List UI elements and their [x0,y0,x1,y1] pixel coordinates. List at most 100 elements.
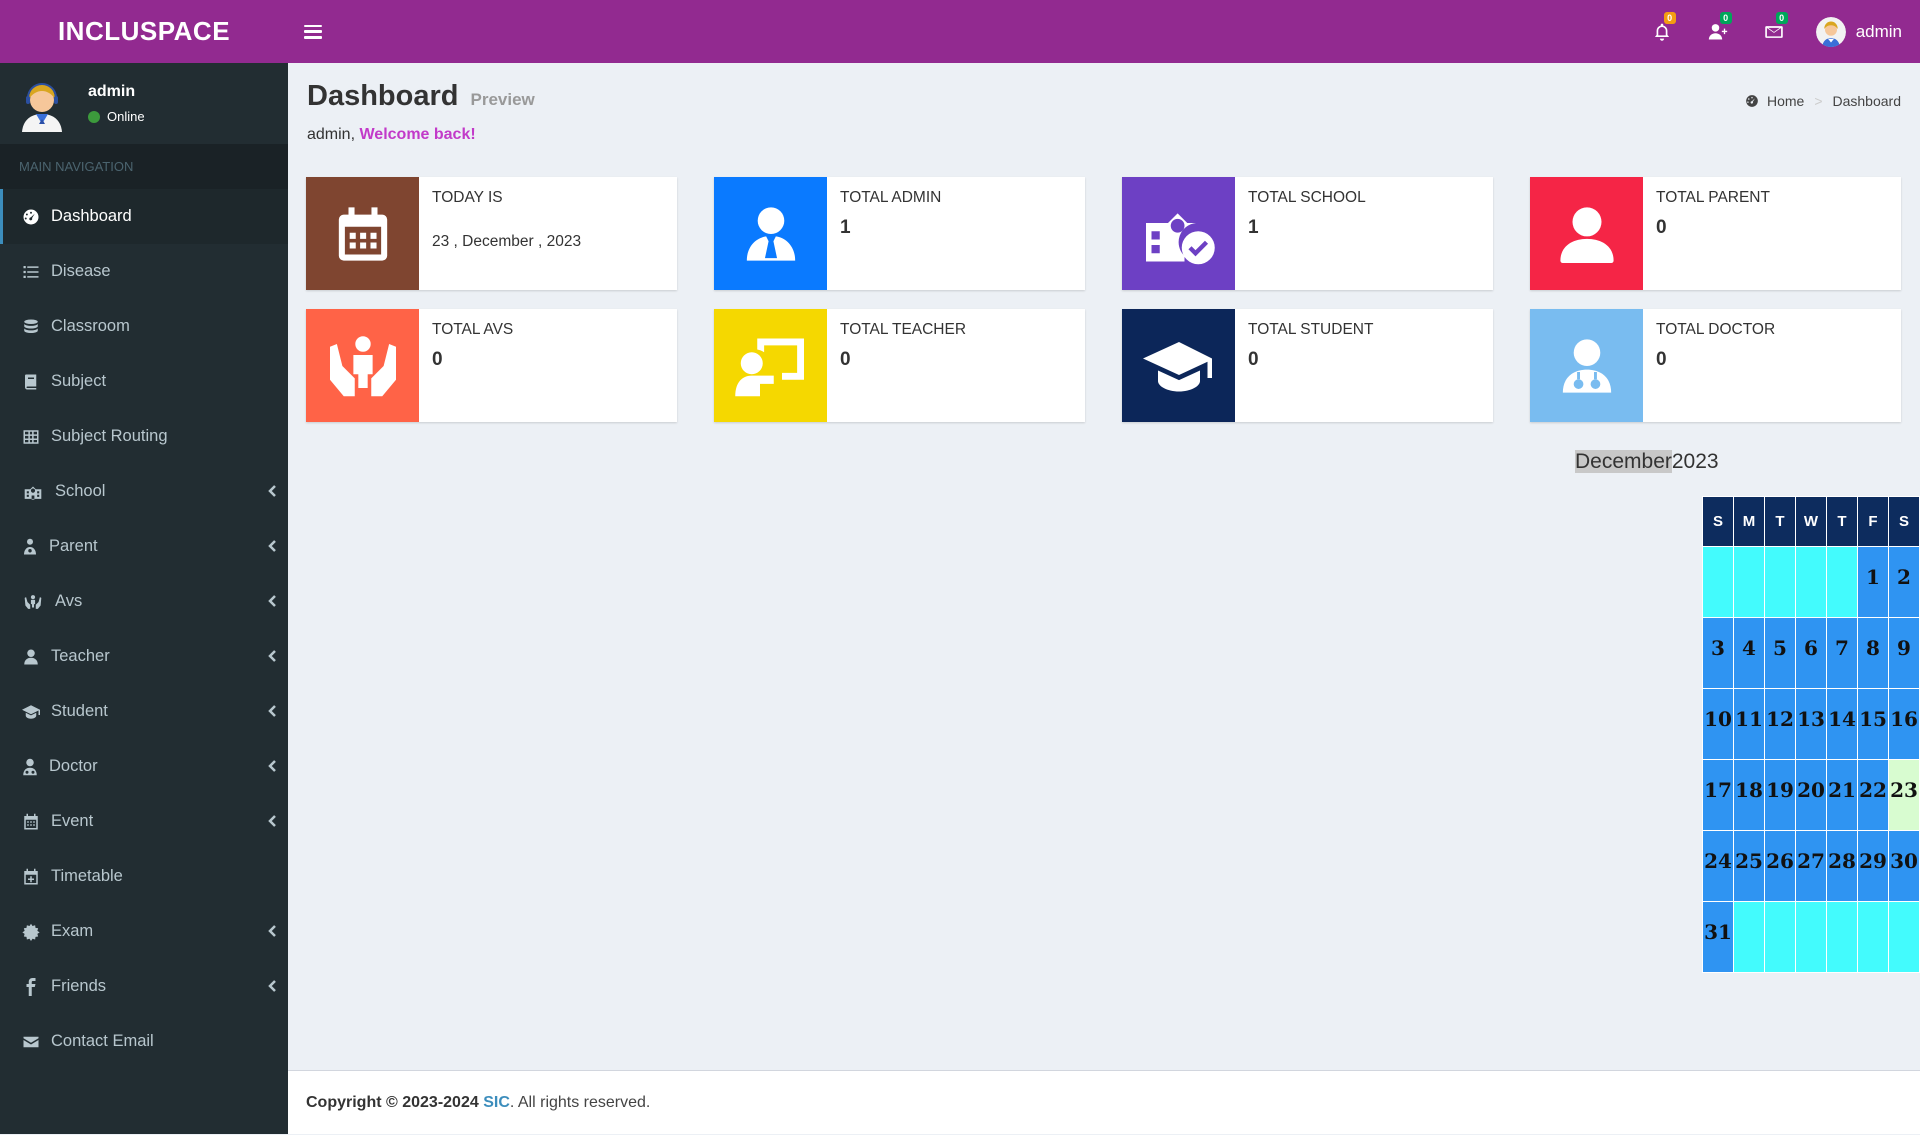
calendar-day-cell[interactable]: 29 [1857,830,1889,902]
sidebar-item-parent[interactable]: Parent [0,519,288,574]
sidebar-item-contact-email[interactable]: Contact Email [0,1014,288,1069]
calendar-day-cell[interactable]: 7 [1826,617,1858,689]
calendar-day-cell[interactable]: 4 [1733,617,1765,689]
sidebar-toggle-button[interactable] [304,24,322,39]
sidebar-item-avs[interactable]: Avs [0,574,288,629]
breadcrumb-home-link[interactable]: Home [1767,93,1804,109]
sidebar-item-subject-routing[interactable]: Subject Routing [0,409,288,464]
doctor-icon-box [1530,309,1643,422]
calendar-day-cell[interactable]: 16 [1888,688,1920,760]
weekday-header: M [1733,496,1765,547]
online-dot-icon [88,110,100,123]
avatar [1815,16,1846,47]
calendar-day-cell[interactable]: 2 [1888,546,1920,618]
calendar-day-cell[interactable]: 17 [1702,759,1734,831]
calendar-body: 1 2 3 4 5 6 7 8 9 10 11 12 13 14 15 16 17 18 19 20 21 22 23 24 2… [1702,546,1920,973]
calendar-day-cell[interactable]: 12 [1764,688,1796,760]
calendar-day-cell[interactable]: 6 [1795,617,1827,689]
calendar-day-cell[interactable]: 3 [1702,617,1734,689]
total-avs-box: TOTAL AVS 0 [306,309,677,422]
student-count: 0 [1248,349,1259,370]
calendar-empty-cell [1888,901,1920,973]
envelope-icon [23,1036,39,1047]
calendar-day-cell[interactable]: 30 [1888,830,1920,902]
calendar-day-cell[interactable]: 14 [1826,688,1858,760]
calendar-week-row: 3456789 [1702,617,1920,689]
sidebar-item-exam[interactable]: Exam [0,904,288,959]
chevron-left-icon [266,484,280,498]
sidebar-item-student[interactable]: Student [0,684,288,739]
calendar-empty-cell [1795,546,1827,618]
calendar-empty-cell [1857,901,1889,973]
sidebar-item-label: Parent [49,537,98,555]
breadcrumb-separator: > [1814,93,1823,109]
calendar-day-cell[interactable]: 10 [1702,688,1734,760]
calendar-icon [24,813,38,829]
user-doctor-icon [1562,338,1611,393]
parent-label: TOTAL PARENT [1656,189,1770,206]
sidebar-item-disease[interactable]: Disease [0,244,288,299]
calendar-day-cell[interactable]: 20 [1795,759,1827,831]
envelope-icon [1764,25,1783,38]
breadcrumb: Home > Dashboard [1745,93,1901,109]
calendar-empty-cell [1733,546,1765,618]
notifications-button[interactable]: 0 [1634,0,1690,63]
sidebar-item-friends[interactable]: Friends [0,959,288,1014]
calendar-day-cell[interactable]: 21 [1826,759,1858,831]
footer-brand-link[interactable]: SIC [483,1094,510,1111]
table-icon [23,429,39,444]
calendar-day-cell[interactable]: 13 [1795,688,1827,760]
graduation-cap-icon [22,704,40,719]
chevron-left-icon [266,539,280,553]
calendar-day-cell[interactable]: 22 [1857,759,1889,831]
calendar-weekday-row: S M T W T F S [1702,496,1920,547]
user-panel: admin Online [0,63,288,144]
calendar-day-cell[interactable]: 1 [1857,546,1889,618]
doctor-label: TOTAL DOCTOR [1656,321,1776,338]
calendar-day-cell[interactable]: 31 [1702,901,1734,973]
sidebar-item-classroom[interactable]: Classroom [0,299,288,354]
avs-icon-box [306,309,419,422]
user-requests-button[interactable]: 0 [1690,0,1746,63]
sidebar-item-dashboard[interactable]: Dashboard [0,189,288,244]
app-logo[interactable]: INCLUSPACE [0,0,288,63]
calendar-day-cell[interactable]: 25 [1733,830,1765,902]
calendar-day-cell[interactable]: 5 [1764,617,1796,689]
admin-icon-box [714,177,827,290]
today-label: TODAY IS [432,189,503,206]
sidebar-item-timetable[interactable]: Timetable [0,849,288,904]
sidebar-item-doctor[interactable]: Doctor [0,739,288,794]
calendar-day-cell[interactable]: 9 [1888,617,1920,689]
sidebar-item-event[interactable]: Event [0,794,288,849]
calendar-day-cell[interactable]: 8 [1857,617,1889,689]
today-info-box: TODAY IS 23 , December , 2023 [306,177,677,290]
calendar-day-cell[interactable]: 24 [1702,830,1734,902]
calendar-day-cell[interactable]: 15 [1857,688,1889,760]
calendar-day-cell[interactable]: 18 [1733,759,1765,831]
sidebar-item-teacher[interactable]: Teacher [0,629,288,684]
calendar-empty-cell [1764,546,1796,618]
calendar-week-row: 17 18 19 20 21 22 23 [1702,759,1920,831]
calendar-empty-cell [1826,901,1858,973]
user-menu[interactable]: admin [1815,16,1902,47]
total-teacher-box: TOTAL TEACHER 0 [714,309,1085,422]
total-student-box: TOTAL STUDENT 0 [1122,309,1493,422]
calendar-day-cell[interactable]: 26 [1764,830,1796,902]
calendar-day-cell[interactable]: 28 [1826,830,1858,902]
calendar-empty-cell [1795,901,1827,973]
weekday-header: F [1857,496,1889,547]
sidebar-item-school[interactable]: School [0,464,288,519]
welcome-user: admin, [307,126,356,143]
total-admin-box: TOTAL ADMIN 1 [714,177,1085,290]
calendar-day-cell[interactable]: 11 [1733,688,1765,760]
messages-button[interactable]: 0 [1746,0,1802,63]
doctor-count: 0 [1656,349,1667,370]
calendar-week-row: 31 [1702,901,1920,973]
top-user-name: admin [1855,21,1902,41]
total-school-box: TOTAL SCHOOL 1 [1122,177,1493,290]
calendar-day-cell[interactable]: 19 [1764,759,1796,831]
calendar-today-cell[interactable]: 23 [1888,759,1920,831]
sidebar-item-subject[interactable]: Subject [0,354,288,409]
calendar-day-cell[interactable]: 27 [1795,830,1827,902]
sidebar-item-label: School [55,482,106,500]
